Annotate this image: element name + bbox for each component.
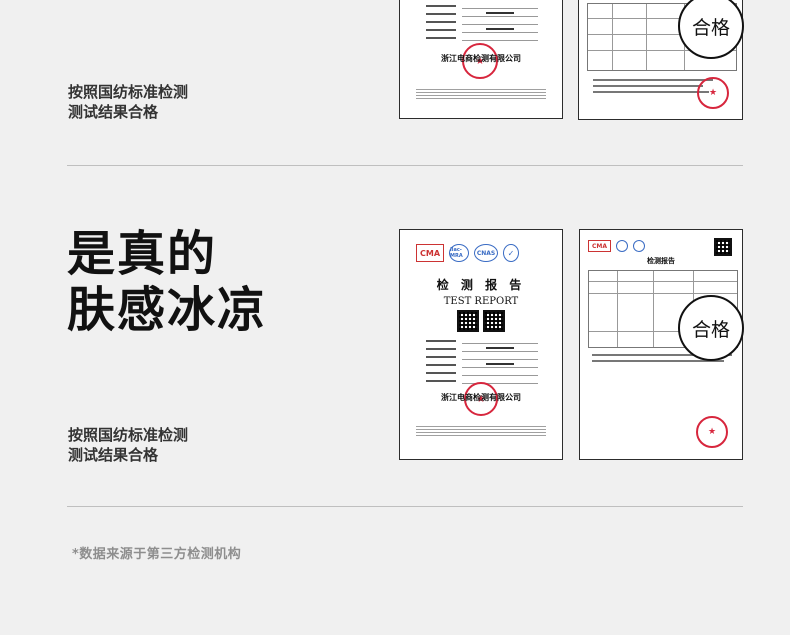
section1-subtitle-line2: 测试结果合格 <box>68 103 159 121</box>
section2-report-seal: ★ <box>696 416 728 448</box>
qr-code-icon <box>457 310 479 332</box>
section2-pass-badge: 合格 <box>678 295 744 361</box>
cnas-logo-small <box>633 240 646 252</box>
section2-certificate-org: 浙江电商检测有限公司 <box>441 393 521 402</box>
ilac-logo-small <box>616 240 629 252</box>
certificate-title: 检 测 报 告 <box>436 278 526 292</box>
headline-line2: 肤感冰凉 <box>67 282 268 338</box>
footnote: *数据来源于第三方检测机构 <box>72 547 242 562</box>
qr-code-icon <box>483 310 505 332</box>
qr-code-icon <box>714 238 732 256</box>
section2-subtitle: 按照国纺标准检测 测试结果合格 <box>68 425 188 465</box>
headline-line1: 是真的 <box>67 226 218 282</box>
cnas-logo: CNAS <box>474 244 499 262</box>
section2-subtitle-line1: 按照国纺标准检测 <box>68 426 189 444</box>
cma-logo: CMA <box>416 244 445 262</box>
section1-report-seal: ★ <box>697 77 729 109</box>
divider <box>67 165 743 166</box>
report-title: 检测报告 <box>647 257 675 265</box>
section1-subtitle-line1: 按照国纺标准检测 <box>68 83 189 101</box>
check-icon: ✓ <box>503 244 520 262</box>
section2-subtitle-line2: 测试结果合格 <box>68 446 159 464</box>
section1-subtitle: 按照国纺标准检测 测试结果合格 <box>68 82 188 122</box>
ilac-logo: ilac-MRA <box>449 244 470 262</box>
section1-certificate-org: 浙江电商检测有限公司 <box>441 54 521 63</box>
section2-headline: 是真的 肤感冰凉 <box>67 226 267 338</box>
section2-certificate-image: CMA ilac-MRA CNAS ✓ 检 测 报 告 TEST REPORT … <box>399 229 563 460</box>
divider <box>67 506 743 507</box>
section1-certificate-image: ★ 浙江电商检测有限公司 <box>399 0 563 119</box>
accreditation-logos: CMA ilac-MRA CNAS ✓ <box>416 244 520 262</box>
certificate-title-en: TEST REPORT <box>443 296 519 307</box>
cma-logo-small: CMA <box>588 240 612 252</box>
